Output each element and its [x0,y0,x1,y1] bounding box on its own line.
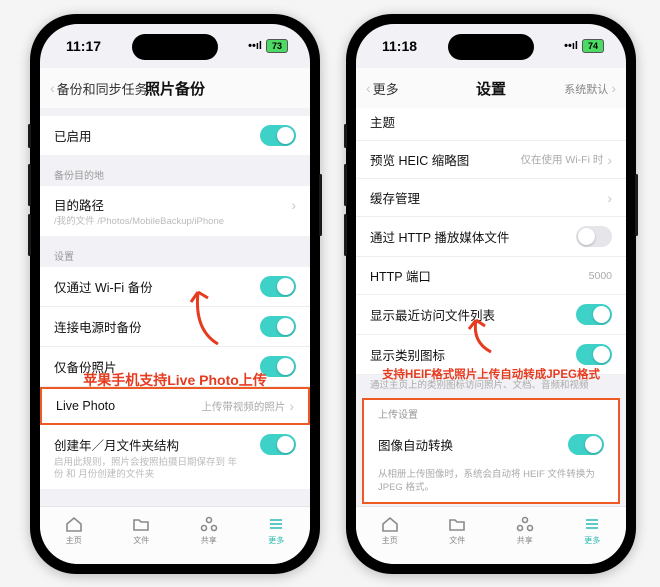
header-settings: 设置 [40,244,310,267]
chevron-right-icon: › [289,398,294,414]
battery-icon: 73 [266,39,288,53]
chevron-right-icon: › [611,80,616,96]
tab-share[interactable]: 共享 [515,515,535,546]
cell-destination[interactable]: 目的路径 › /我的文件 /Photos/MobileBackup/iPhone [40,186,310,236]
cell-on-power[interactable]: 连接电源时备份 [40,307,310,347]
dynamic-island [132,34,218,60]
battery-icon: 74 [582,39,604,53]
toggle-recent-files[interactable] [576,304,612,325]
annotation-caption: 支持HEIF格式照片上传自动转成JPEG格式 [356,366,626,382]
home-icon [380,515,400,533]
cell-http-port[interactable]: HTTP 端口 5000 [356,257,626,295]
tab-more[interactable]: 更多 [266,515,286,546]
hint-auto-convert: 从相册上传图像时，系统会自动将 HEIF 文件转换为 JPEG 格式。 [364,464,618,502]
share-icon [199,515,219,533]
annotation-caption: 苹果手机支持Live Photo上传 [40,370,310,390]
annotation-arrow [188,286,228,348]
phone-frame-left: 11:17 ••ıl 73 ‹ 备份和同步任务 照片备份 已启用 备份目的地 [30,14,320,574]
tab-share[interactable]: 共享 [199,515,219,546]
header-upload: 上传设置 [364,400,618,425]
tab-files[interactable]: 文件 [447,515,467,546]
header-destination: 备份目的地 [40,163,310,186]
signal-icon: ••ıl [564,40,578,52]
chevron-left-icon: ‹ [366,80,371,96]
folder-icon [131,515,151,533]
more-icon [582,515,602,533]
tab-bar: 主页 文件 共享 更多 [40,506,310,564]
toggle-auto-convert[interactable] [568,434,604,455]
chevron-right-icon: › [291,197,296,213]
tab-bar: 主页 文件 共享 更多 [356,506,626,564]
cell-cache[interactable]: 缓存管理 › [356,179,626,217]
back-button[interactable]: ‹ 更多 [366,79,399,98]
tab-home[interactable]: 主页 [380,515,400,546]
share-icon [515,515,535,533]
chevron-left-icon: ‹ [50,80,55,96]
dynamic-island [448,34,534,60]
cell-folder-structure[interactable]: 创建年／月文件夹结构 启用此规则，照片会按照拍摄日期保存到 年份 和 月份创建的… [40,425,310,489]
nav-bar: ‹ 更多 设置 系统默认 › [356,68,626,108]
status-time: 11:18 [382,38,417,54]
nav-right-value[interactable]: 系统默认 › [564,80,616,97]
toggle-http-media[interactable] [576,226,612,247]
signal-icon: ••ıl [248,40,262,52]
toggle-folder-structure[interactable] [260,434,296,455]
chevron-right-icon: › [607,152,612,168]
toggle-wifi-only[interactable] [260,276,296,297]
cell-live-photo[interactable]: Live Photo 上传带视频的照片› [40,387,310,425]
cell-auto-convert[interactable]: 图像自动转换 [364,425,618,464]
chevron-right-icon: › [607,190,612,206]
folder-icon [447,515,467,533]
tab-files[interactable]: 文件 [131,515,151,546]
more-icon [266,515,286,533]
toggle-on-power[interactable] [260,316,296,337]
tab-home[interactable]: 主页 [64,515,84,546]
cell-http-media[interactable]: 通过 HTTP 播放媒体文件 [356,217,626,257]
annotation-arrow [466,316,506,356]
cell-heic-preview[interactable]: 预览 HEIC 缩略图 仅在使用 Wi-Fi 时› [356,141,626,179]
toggle-enabled[interactable] [260,125,296,146]
cell-wifi-only[interactable]: 仅通过 Wi-Fi 备份 [40,267,310,307]
back-button[interactable]: ‹ 备份和同步任务 [50,79,148,98]
phone-frame-right: 11:18 ••ıl 74 ‹ 更多 设置 系统默认 › 主题 预览 HEIC … [346,14,636,574]
nav-bar: ‹ 备份和同步任务 照片备份 [40,68,310,108]
tab-more[interactable]: 更多 [582,515,602,546]
toggle-category-icons[interactable] [576,344,612,365]
status-time: 11:17 [66,38,101,54]
cell-enabled[interactable]: 已启用 [40,116,310,155]
home-icon [64,515,84,533]
